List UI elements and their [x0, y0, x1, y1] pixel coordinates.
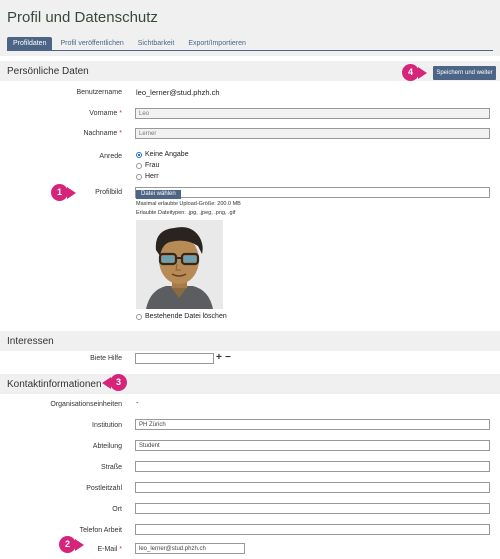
- radio-keine-angabe[interactable]: Keine Angabe: [136, 151, 189, 158]
- city-label: Ort: [112, 506, 122, 513]
- file-types-note: Erlaubte Dateitypen: .jpg, .jpeg, .png, …: [136, 210, 236, 216]
- checkbox-icon[interactable]: [136, 313, 142, 320]
- remove-icon[interactable]: −: [225, 353, 231, 363]
- avatar-illustration: [136, 220, 223, 309]
- tab-sichtbarkeit[interactable]: Sichtbarkeit: [132, 37, 181, 51]
- file-choose-button[interactable]: Datei wählen: [136, 190, 181, 199]
- profile-picture: [136, 220, 223, 309]
- annotation-badge-2: 2: [59, 536, 76, 553]
- page-title: Profil und Datenschutz: [7, 9, 158, 26]
- max-size-note: Maximal erlaubte Upload-Größe: 200.0 MB: [136, 201, 241, 207]
- department-field[interactable]: Student: [135, 440, 490, 451]
- zip-label: Postleitzahl: [86, 485, 122, 492]
- tab-divider: [7, 50, 493, 51]
- lastname-field[interactable]: Lerner: [135, 128, 490, 139]
- file-upload-field[interactable]: Datei wählen: [135, 187, 490, 199]
- annotation-badge-4: 4: [402, 64, 419, 81]
- section-interests-header: Interessen: [0, 331, 500, 351]
- street-label: Straße: [100, 464, 122, 471]
- zip-field[interactable]: [135, 482, 490, 493]
- radio-herr-label: Herr: [145, 173, 159, 180]
- radio-herr[interactable]: Herr: [136, 173, 159, 180]
- tab-profil-veroeffentlichen[interactable]: Profil veröffentlichen: [54, 37, 129, 51]
- institution-field[interactable]: PH Zürich: [135, 419, 490, 430]
- radio-unchecked-icon[interactable]: [136, 162, 142, 169]
- badge-2-pointer: [75, 539, 84, 551]
- city-field[interactable]: [135, 503, 490, 514]
- delete-file-checkbox[interactable]: Bestehende Datei löschen: [136, 313, 227, 320]
- section-contact-title: Kontaktinformationen: [7, 379, 102, 390]
- picture-label: Profilbild: [95, 189, 122, 196]
- street-field[interactable]: [135, 461, 490, 472]
- annotation-badge-3: 3: [110, 374, 127, 391]
- department-label: Abteilung: [92, 443, 122, 450]
- org-value: -: [136, 398, 139, 407]
- username-label: Benutzername: [76, 89, 122, 96]
- radio-frau-label: Frau: [145, 162, 160, 169]
- username-value: leo_lerner@stud.phzh.ch: [136, 88, 220, 97]
- tab-export-importieren[interactable]: Export/Importieren: [182, 37, 252, 51]
- badge-4-pointer: [418, 67, 427, 79]
- radio-unchecked-icon[interactable]: [136, 173, 142, 180]
- section-interests-title: Interessen: [7, 336, 54, 347]
- email-field[interactable]: leo_lerner@stud.phzh.ch: [135, 543, 245, 554]
- institution-label: Institution: [92, 422, 122, 429]
- firstname-field[interactable]: Leo: [135, 108, 490, 119]
- radio-checked-icon[interactable]: [136, 151, 142, 158]
- help-field[interactable]: [135, 353, 214, 364]
- salutation-label: Anrede: [99, 153, 122, 160]
- phone-field[interactable]: [135, 524, 490, 535]
- org-label: Organisationseinheiten: [50, 401, 122, 408]
- lastname-label: Nachname *: [83, 130, 122, 137]
- page-header: Profil und Datenschutz Profildaten Profi…: [0, 0, 500, 56]
- section-contact-header: Kontaktinformationen: [0, 374, 500, 394]
- badge-1-pointer: [67, 187, 76, 199]
- delete-file-label: Bestehende Datei löschen: [145, 313, 227, 320]
- tab-profildaten[interactable]: Profildaten: [7, 37, 53, 51]
- phone-label: Telefon Arbeit: [79, 527, 122, 534]
- annotation-badge-1: 1: [51, 184, 68, 201]
- radio-keine-angabe-label: Keine Angabe: [145, 151, 189, 158]
- add-icon[interactable]: +: [216, 353, 222, 363]
- help-label: Biete Hilfe: [90, 355, 122, 362]
- save-continue-button[interactable]: Speichern und weiter: [433, 66, 496, 80]
- section-personal-title: Persönliche Daten: [7, 66, 89, 77]
- firstname-label: Vorname *: [89, 110, 122, 117]
- radio-frau[interactable]: Frau: [136, 162, 159, 169]
- email-label: E-Mail *: [97, 546, 122, 553]
- tab-bar: Profildaten Profil veröffentlichen Sicht…: [7, 37, 254, 51]
